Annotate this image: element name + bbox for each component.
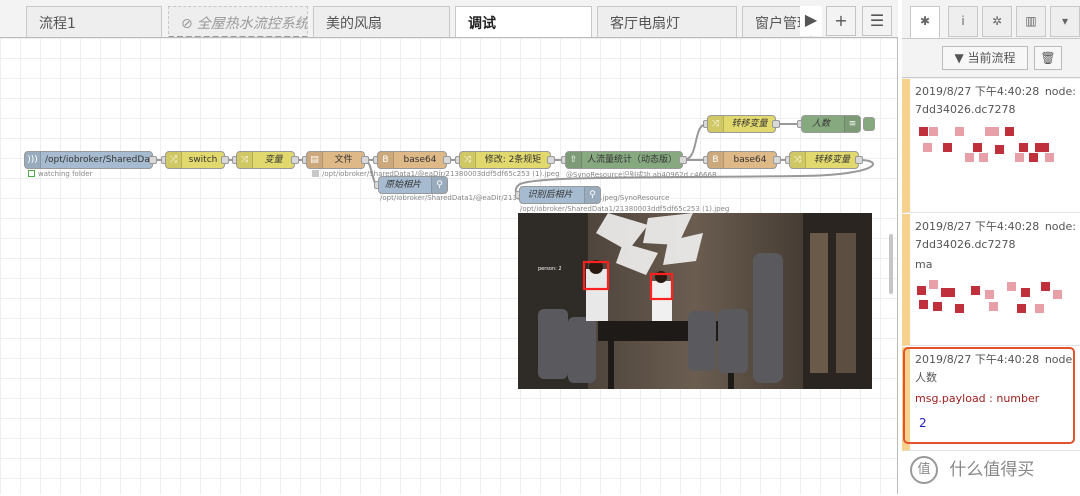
detection-count-text: person: 2 (538, 266, 562, 272)
filter-icon: ▼ (954, 51, 964, 65)
debug-message[interactable]: 2019/8/27 下午4:40:28 node: 7dd34026.dc727… (902, 79, 1080, 213)
node-label: 转移变量 (731, 119, 768, 129)
status-recognized-image: /opt/iobroker/SharedData1/21380003ddf5df… (520, 205, 730, 213)
node-label: base64 (733, 155, 767, 165)
node-label: 原始相片 (384, 180, 421, 190)
list-icon: ≡ (844, 116, 860, 132)
message-node-id: 7dd34026.dc7278 (915, 238, 1016, 251)
cloud-upload-icon: ⇧ (566, 152, 582, 168)
status-people-counter: @SynoResource识别成功 ab40962d.c46668 (566, 171, 717, 179)
play-right-icon[interactable]: ▶ (800, 6, 822, 36)
tab-label: 客厅电扇灯 (610, 16, 680, 32)
output-port[interactable] (855, 156, 863, 164)
highlight-frame (903, 347, 1075, 444)
mosaic-redaction (915, 121, 1076, 171)
shuffle-icon: ⤨ (237, 152, 253, 168)
bug-icon[interactable]: ✱ (910, 6, 940, 38)
filter-label: 当前流程 (967, 51, 1016, 65)
message-meta: 2019/8/27 下午4:40:28 node: 7dd34026.dc727… (915, 83, 1076, 119)
node-transfer-variable-b[interactable]: ⤨ 转移变量 (789, 151, 859, 169)
node-label: 转移变量 (813, 155, 850, 165)
output-port[interactable] (773, 156, 781, 164)
message-node-label: node: (1044, 220, 1076, 233)
node-label: 文件 (334, 155, 353, 165)
node-base64-encode[interactable]: B base64 (377, 151, 447, 169)
message-node-id: 7dd34026.dc7278 (915, 103, 1016, 116)
node-label: switch (188, 155, 218, 165)
node-label: 人流量统计（动态版） (586, 155, 677, 165)
node-base64-decode[interactable]: B base64 (707, 151, 777, 169)
node-switch[interactable]: ⤮ switch (165, 151, 225, 169)
node-modify-rules[interactable]: ⤨ 修改: 2条规矩 (459, 151, 551, 169)
list-icon[interactable]: ☰ (862, 6, 892, 36)
ban-icon: ⊘ (181, 16, 193, 32)
message-meta: 2019/8/27 下午4:40:28 node: 7dd34026.dc727… (915, 218, 1076, 254)
flow-canvas[interactable]: ))) /opt/iobroker/SharedData1 watching f… (0, 38, 898, 494)
node-count-debug[interactable]: 人数 ≡ (801, 115, 861, 133)
workspace-tab-bar: 流程1 ⊘ 全屋热水流控系统 美的风扇 调试 客厅电扇灯 窗户管理 ▶ + ☰ (0, 0, 898, 38)
info-icon[interactable]: i (948, 6, 978, 37)
tab-label: 全屋热水流控系统 (196, 16, 308, 32)
node-label: 变量 (264, 155, 283, 165)
tab-living-room-fan-light[interactable]: 客厅电扇灯 (597, 6, 737, 37)
node-label: 修改: 2条规矩 (484, 155, 542, 165)
node-label: 识别后相片 (527, 190, 573, 200)
file-icon: ▤ (307, 152, 323, 168)
base64-icon: B (378, 152, 394, 168)
trash-icon[interactable]: 🗑 (1034, 46, 1062, 70)
node-label: base64 (403, 155, 437, 165)
watermark: 值 什么值得买 (910, 452, 1075, 488)
node-people-counter[interactable]: ⇧ 人流量统计（动态版） (565, 151, 683, 169)
shuffle-icon: ⤨ (790, 152, 806, 168)
node-recognized-image[interactable]: 识别后相片 ⚲ (519, 186, 601, 204)
canvas-scrollbar[interactable] (889, 234, 893, 294)
watermark-text: 什么值得买 (949, 460, 1035, 480)
zhi-icon: 值 (910, 456, 938, 484)
switch-icon: ⤮ (166, 152, 182, 168)
shuffle-icon: ⤨ (460, 152, 476, 168)
tab-label: 流程1 (39, 16, 76, 32)
message-topic: ma (915, 258, 933, 271)
shuffle-icon: ⤨ (708, 116, 724, 132)
node-change-variable[interactable]: ⤨ 变量 (236, 151, 295, 169)
output-port[interactable] (772, 120, 780, 128)
filter-current-flow-button[interactable]: ▼ 当前流程 (942, 46, 1028, 70)
output-port[interactable] (679, 156, 687, 164)
node-watch-folder[interactable]: ))) /opt/iobroker/SharedData1 (24, 151, 153, 169)
dining-room-detection-photo: person: 2 (518, 213, 872, 389)
debug-message[interactable]: 2019/8/27 下午4:40:28 node: 7dd34026.dc727… (902, 214, 1080, 346)
search-icon: ⚲ (431, 177, 447, 193)
chart-icon[interactable]: ▥ (1016, 6, 1046, 37)
tab-midea-fan[interactable]: 美的风扇 (313, 6, 450, 37)
status-watch: watching folder (28, 170, 92, 178)
output-port[interactable] (547, 156, 555, 164)
node-label: /opt/iobroker/SharedData1 (45, 155, 153, 165)
message-node-label: node: (1044, 85, 1076, 98)
mosaic-redaction (915, 276, 1076, 326)
output-port[interactable] (291, 156, 299, 164)
output-port[interactable] (149, 156, 157, 164)
debug-toggle-button[interactable] (863, 117, 875, 131)
node-original-image[interactable]: 原始相片 ⚲ (378, 176, 448, 194)
node-transfer-variable-top[interactable]: ⤨ 转移变量 (707, 115, 776, 133)
tab-hot-water-control[interactable]: ⊘ 全屋热水流控系统 (168, 6, 308, 37)
node-label: 人数 (811, 119, 830, 129)
output-port[interactable] (361, 156, 369, 164)
node-file[interactable]: ▤ 文件 (306, 151, 365, 169)
message-timestamp: 2019/8/27 下午4:40:28 (915, 85, 1040, 98)
search-icon: ⚲ (584, 187, 600, 203)
tab-label: 美的风扇 (326, 16, 382, 32)
debug-toolbar: ▼ 当前流程 🗑 (902, 38, 1080, 78)
debug-icon[interactable]: ✲ (982, 6, 1012, 37)
caret-down-icon[interactable]: ▾ (1050, 6, 1080, 37)
watch-icon: ))) (25, 152, 41, 168)
message-timestamp: 2019/8/27 下午4:40:28 (915, 220, 1040, 233)
output-port[interactable] (443, 156, 451, 164)
base64-icon: B (708, 152, 724, 168)
tab-label: 调试 (468, 16, 496, 32)
output-port[interactable] (221, 156, 229, 164)
tab-debug[interactable]: 调试 (455, 6, 592, 37)
tab-flow1[interactable]: 流程1 (26, 6, 162, 37)
plus-icon[interactable]: + (826, 6, 856, 36)
